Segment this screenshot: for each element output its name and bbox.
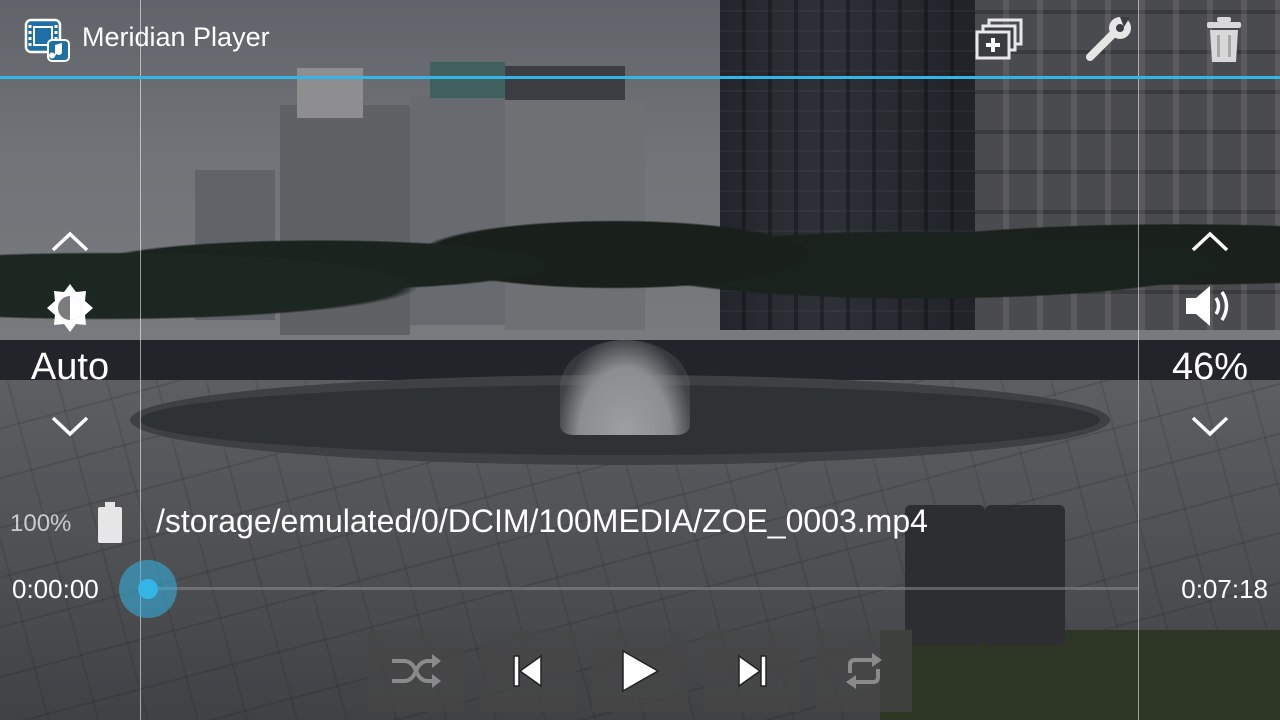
- chevron-down-icon: [1191, 416, 1229, 437]
- volume-value: 46%: [1171, 346, 1249, 388]
- chevron-up-icon: [1191, 231, 1229, 252]
- seek-bar[interactable]: [148, 587, 1138, 590]
- chevron-down-icon: [51, 416, 89, 437]
- play-button[interactable]: [592, 630, 688, 712]
- play-icon: [622, 649, 660, 693]
- wrench-icon: [1086, 17, 1131, 61]
- file-path: /storage/emulated/0/DCIM/100MEDIA/ZOE_00…: [156, 503, 928, 539]
- brightness-up-button[interactable]: [48, 226, 92, 256]
- add-playlist-icon: [975, 18, 1023, 60]
- trash-icon: [1207, 17, 1241, 62]
- speaker-icon: [1182, 280, 1238, 332]
- skip-next-icon: [738, 654, 767, 688]
- film-music-icon[interactable]: [24, 18, 70, 62]
- battery-icon: [96, 502, 124, 544]
- repeat-button[interactable]: [816, 630, 912, 712]
- previous-button[interactable]: [480, 630, 576, 712]
- brightness-icon: [44, 282, 96, 334]
- right-gesture-divider: [1138, 0, 1139, 720]
- brightness-value: Auto: [30, 346, 110, 388]
- app-title: Meridian Player: [82, 22, 270, 52]
- add-to-playlist-button[interactable]: [974, 16, 1026, 64]
- skip-previous-icon: [513, 654, 542, 688]
- action-bar: Meridian Player: [0, 0, 1280, 76]
- video-frame[interactable]: [0, 0, 1280, 720]
- settings-button[interactable]: [1084, 16, 1136, 64]
- delete-button[interactable]: [1198, 16, 1250, 64]
- battery-percentage: 100%: [10, 510, 72, 537]
- next-button[interactable]: [704, 630, 800, 712]
- total-time: 0:07:18: [1181, 574, 1268, 604]
- action-bar-divider: [0, 76, 1280, 79]
- volume-up-button[interactable]: [1188, 226, 1232, 256]
- shuffle-icon: [392, 654, 441, 688]
- current-time: 0:00:00: [12, 574, 99, 604]
- seek-thumb[interactable]: [119, 560, 177, 618]
- chevron-up-icon: [51, 231, 89, 252]
- repeat-icon: [846, 653, 882, 689]
- shuffle-button[interactable]: [368, 630, 464, 712]
- volume-down-button[interactable]: [1188, 412, 1232, 442]
- video-dim-overlay: [0, 0, 1280, 720]
- brightness-down-button[interactable]: [48, 412, 92, 442]
